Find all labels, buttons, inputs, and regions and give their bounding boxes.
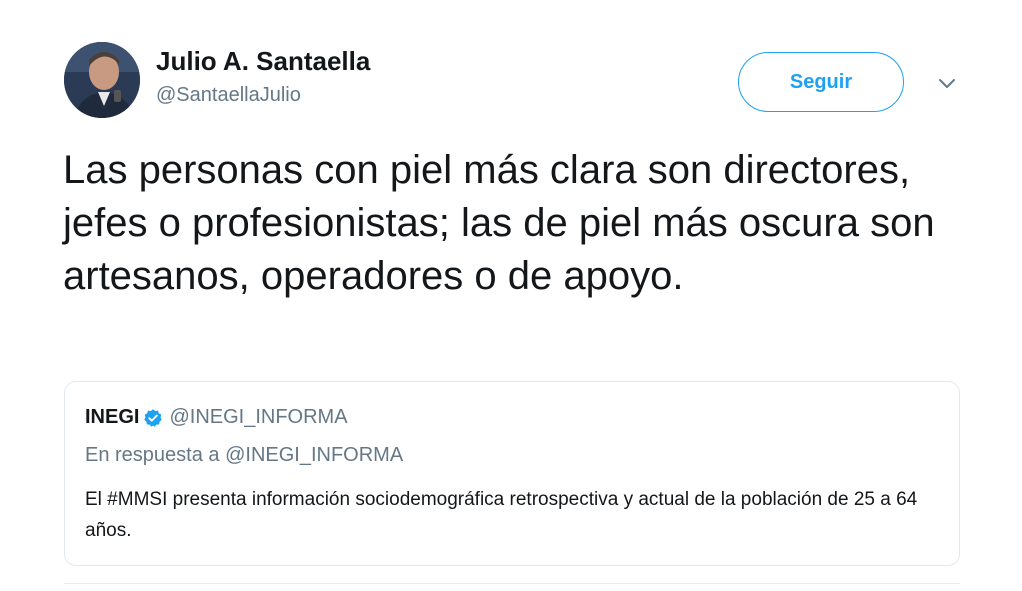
quoted-tweet[interactable]: INEGI @INEGI_INFORMA En respuesta a @INE… [64, 381, 960, 566]
reply-context: En respuesta a @INEGI_INFORMA [85, 444, 404, 466]
author-handle[interactable]: @SantaellaJulio [156, 84, 301, 107]
verified-badge-icon [144, 408, 163, 427]
quoted-author-name: INEGI [85, 406, 140, 428]
avatar[interactable] [64, 42, 140, 118]
quoted-tweet-text: El #MMSI presenta información sociodemog… [85, 489, 918, 541]
divider [64, 583, 960, 584]
tweet-card: Julio A. Santaella @SantaellaJulio Segui… [0, 0, 1022, 591]
avatar-photo [64, 42, 140, 118]
follow-button[interactable]: Seguir [738, 52, 904, 112]
quoted-tweet-header: INEGI @INEGI_INFORMA [85, 406, 348, 429]
tweet-text: Las personas con piel más clara son dire… [63, 148, 935, 298]
author-display-name[interactable]: Julio A. Santaella [156, 46, 370, 77]
quoted-author-handle: @INEGI_INFORMA [169, 406, 348, 428]
chevron-down-icon[interactable] [934, 70, 960, 96]
